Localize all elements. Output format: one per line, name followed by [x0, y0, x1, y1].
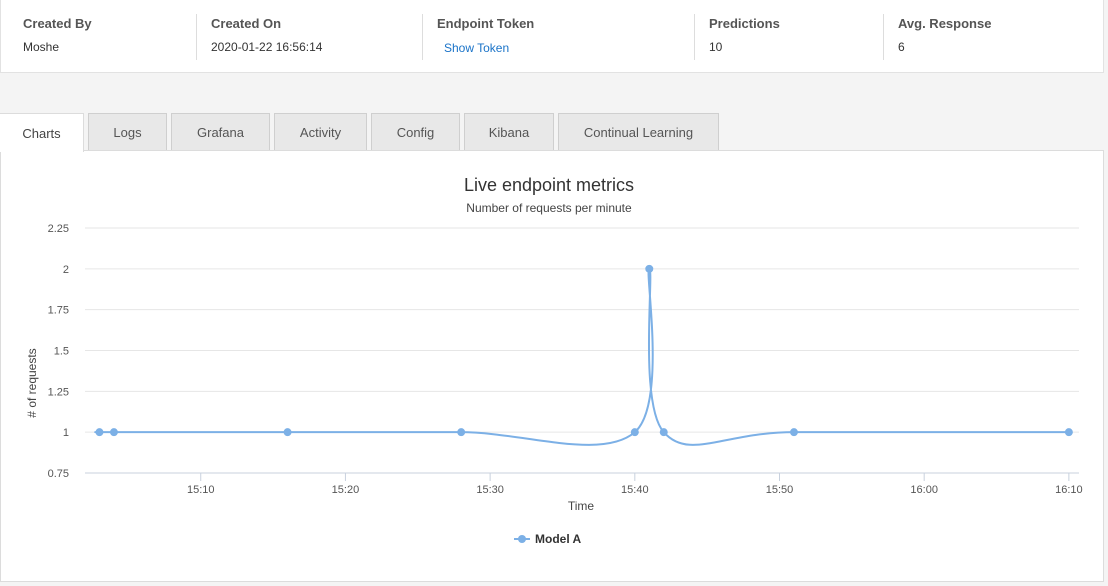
live-metrics-chart: Live endpoint metrics Number of requests…	[25, 175, 1083, 546]
x-tick-label: 16:00	[910, 484, 938, 496]
data-point[interactable]	[457, 428, 466, 437]
x-tick-label: 15:30	[476, 484, 504, 496]
created-by-label: Created By	[23, 16, 92, 31]
y-axis-label: # of requests	[25, 348, 39, 417]
created-by-section: Created By Moshe	[23, 14, 193, 60]
legend-marker	[518, 535, 526, 543]
y-axis-ticks: 0.75 1 1.25 1.5 1.75 2 2.25	[48, 223, 69, 480]
data-point[interactable]	[645, 264, 654, 273]
tab-bar: Charts Logs Grafana Activity Config Kiba…	[0, 113, 1108, 152]
y-tick-label: 1.5	[54, 346, 69, 358]
predictions-section: Predictions 10	[694, 14, 882, 60]
y-tick-label: 2	[63, 264, 69, 276]
series-model-a	[94, 264, 1073, 446]
x-axis-ticks: 15:10 15:20 15:30 15:40 15:50 16:00 16:10	[187, 473, 1083, 496]
tab-logs[interactable]: Logs	[88, 113, 167, 151]
legend-label-model-a[interactable]: Model A	[535, 532, 582, 546]
data-point[interactable]	[95, 428, 104, 437]
data-point[interactable]	[1064, 428, 1073, 437]
avg-response-section: Avg. Response 6	[883, 14, 1103, 60]
x-tick-label: 15:50	[766, 484, 794, 496]
x-tick-label: 15:20	[332, 484, 360, 496]
created-on-label: Created On	[211, 16, 282, 31]
chart-subtitle: Number of requests per minute	[466, 201, 632, 215]
data-point[interactable]	[283, 428, 292, 437]
chart-grid	[85, 227, 1079, 474]
charts-panel: Live endpoint metrics Number of requests…	[0, 150, 1104, 582]
tab-config[interactable]: Config	[371, 113, 460, 151]
predictions-value: 10	[709, 40, 723, 54]
created-on-section: Created On 2020-01-22 16:56:14	[196, 14, 421, 60]
data-point[interactable]	[630, 428, 639, 437]
show-token-link[interactable]: Show Token	[444, 41, 509, 55]
x-tick-label: 15:10	[187, 484, 215, 496]
endpoint-info-bar: Created By Moshe Created On 2020-01-22 1…	[0, 0, 1104, 73]
chart-title: Live endpoint metrics	[464, 175, 634, 195]
chart-legend[interactable]: Model A	[514, 532, 582, 546]
avg-response-value: 6	[898, 40, 905, 54]
series-line-model-a	[94, 267, 1069, 446]
endpoint-token-label: Endpoint Token	[437, 16, 535, 31]
created-on-value: 2020-01-22 16:56:14	[211, 40, 323, 54]
y-tick-label: 0.75	[48, 468, 69, 480]
y-tick-label: 1.75	[48, 305, 69, 317]
endpoint-token-section: Endpoint Token Show Token	[422, 14, 692, 60]
y-tick-label: 1.25	[48, 386, 69, 398]
created-by-value: Moshe	[23, 40, 60, 54]
avg-response-label: Avg. Response	[898, 16, 992, 31]
data-point[interactable]	[109, 428, 118, 437]
x-tick-label: 16:10	[1055, 484, 1083, 496]
y-tick-label: 2.25	[48, 223, 69, 235]
data-point[interactable]	[789, 428, 798, 437]
x-tick-label: 15:40	[621, 484, 649, 496]
tab-kibana[interactable]: Kibana	[464, 113, 554, 151]
predictions-label: Predictions	[709, 16, 780, 31]
tab-continual-learning[interactable]: Continual Learning	[558, 113, 719, 151]
data-point[interactable]	[659, 428, 668, 437]
y-tick-label: 1	[63, 427, 69, 439]
tab-activity[interactable]: Activity	[274, 113, 367, 151]
x-axis-label: Time	[568, 499, 595, 513]
tab-charts[interactable]: Charts	[0, 113, 84, 152]
tab-grafana[interactable]: Grafana	[171, 113, 270, 151]
